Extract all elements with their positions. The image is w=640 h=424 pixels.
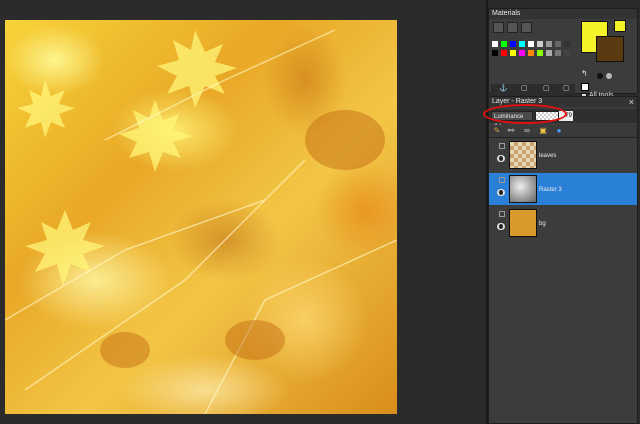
fg-style-icon[interactable] bbox=[597, 73, 603, 79]
layer-row-raster3[interactable]: Raster 3 bbox=[489, 173, 637, 205]
anchor-icon[interactable]: ⚓ bbox=[499, 84, 508, 92]
eye-icon[interactable] bbox=[497, 223, 505, 230]
delete-icon[interactable]: ▢ bbox=[563, 84, 570, 92]
layer-name: bg bbox=[539, 221, 546, 227]
foreground-small-swatch[interactable] bbox=[614, 20, 626, 32]
palette-swatch[interactable] bbox=[510, 41, 516, 47]
red-highlight-ellipse bbox=[483, 104, 567, 124]
rainbow-tab-icon[interactable] bbox=[507, 22, 518, 33]
background-color-swatch[interactable] bbox=[596, 36, 624, 62]
layer-thumbnail bbox=[509, 175, 537, 203]
palette-swatch[interactable] bbox=[555, 41, 561, 47]
palette-swatch[interactable] bbox=[546, 41, 552, 47]
palette-swatch[interactable] bbox=[528, 50, 534, 56]
palette-swatch[interactable] bbox=[528, 41, 534, 47]
brush-icon[interactable]: ✎ bbox=[493, 126, 501, 135]
blend-opacity-row: Luminance (L) 79 bbox=[483, 104, 637, 130]
palette-swatch[interactable] bbox=[537, 41, 543, 47]
palette-swatch[interactable] bbox=[492, 41, 498, 47]
layer-row-bg[interactable]: bg bbox=[489, 207, 637, 239]
palette-swatch[interactable] bbox=[519, 50, 525, 56]
palette-swatch[interactable] bbox=[492, 50, 498, 56]
palette-swatch[interactable] bbox=[519, 41, 525, 47]
palette-swatch[interactable] bbox=[510, 50, 516, 56]
swatches-tab-icon[interactable] bbox=[521, 22, 532, 33]
layer-row-leaves[interactable]: leaves bbox=[489, 139, 637, 171]
layer-name: leaves bbox=[539, 153, 557, 159]
fg-texture-icon[interactable] bbox=[606, 73, 612, 79]
expand-icon[interactable] bbox=[499, 211, 505, 217]
frame-tab-icon[interactable] bbox=[493, 22, 504, 33]
swap-colors-icon[interactable]: ↰ bbox=[581, 69, 588, 78]
eye-icon[interactable] bbox=[497, 155, 505, 162]
chain-icon[interactable]: ∞ bbox=[523, 126, 531, 135]
materials-panel: Materials ↰ All tools ⚓ ▢ ▢ ▢ bbox=[488, 8, 638, 99]
close-icon[interactable]: × bbox=[629, 97, 634, 107]
layer-thumbnail bbox=[509, 141, 537, 169]
expand-icon[interactable] bbox=[499, 143, 505, 149]
expand-icon[interactable] bbox=[499, 177, 505, 183]
palette-swatch[interactable] bbox=[501, 50, 507, 56]
lock-icon[interactable]: ▣ bbox=[539, 126, 547, 135]
transparent-icon[interactable] bbox=[581, 83, 589, 91]
layers-panel: Layer - Raster 3 × Luminance (L) 79 ✎ ⚯ … bbox=[483, 96, 638, 424]
materials-title: Materials bbox=[489, 9, 637, 19]
palette-swatch[interactable] bbox=[564, 50, 570, 56]
eye-icon[interactable] bbox=[497, 189, 505, 196]
palette-swatch[interactable] bbox=[501, 41, 507, 47]
materials-toolbar: ⚓ ▢ ▢ ▢ bbox=[491, 84, 575, 94]
palette-swatch[interactable] bbox=[555, 50, 561, 56]
color-palette[interactable] bbox=[492, 41, 574, 61]
palette-swatch[interactable] bbox=[564, 41, 570, 47]
layer-name: Raster 3 bbox=[539, 187, 562, 193]
workspace bbox=[0, 0, 486, 424]
document-icon[interactable]: ▢ bbox=[521, 84, 528, 92]
layer-tools-row: ✎ ⚯ ∞ ▣ ● bbox=[489, 125, 637, 138]
layer-thumbnail bbox=[509, 209, 537, 237]
globe-icon[interactable]: ● bbox=[555, 126, 563, 135]
leaves-artwork bbox=[5, 29, 397, 414]
palette-swatch[interactable] bbox=[537, 50, 543, 56]
link-icon[interactable]: ⚯ bbox=[507, 126, 515, 135]
palette-swatch[interactable] bbox=[546, 50, 552, 56]
image-canvas[interactable] bbox=[5, 20, 397, 414]
copy-icon[interactable]: ▢ bbox=[543, 84, 550, 92]
